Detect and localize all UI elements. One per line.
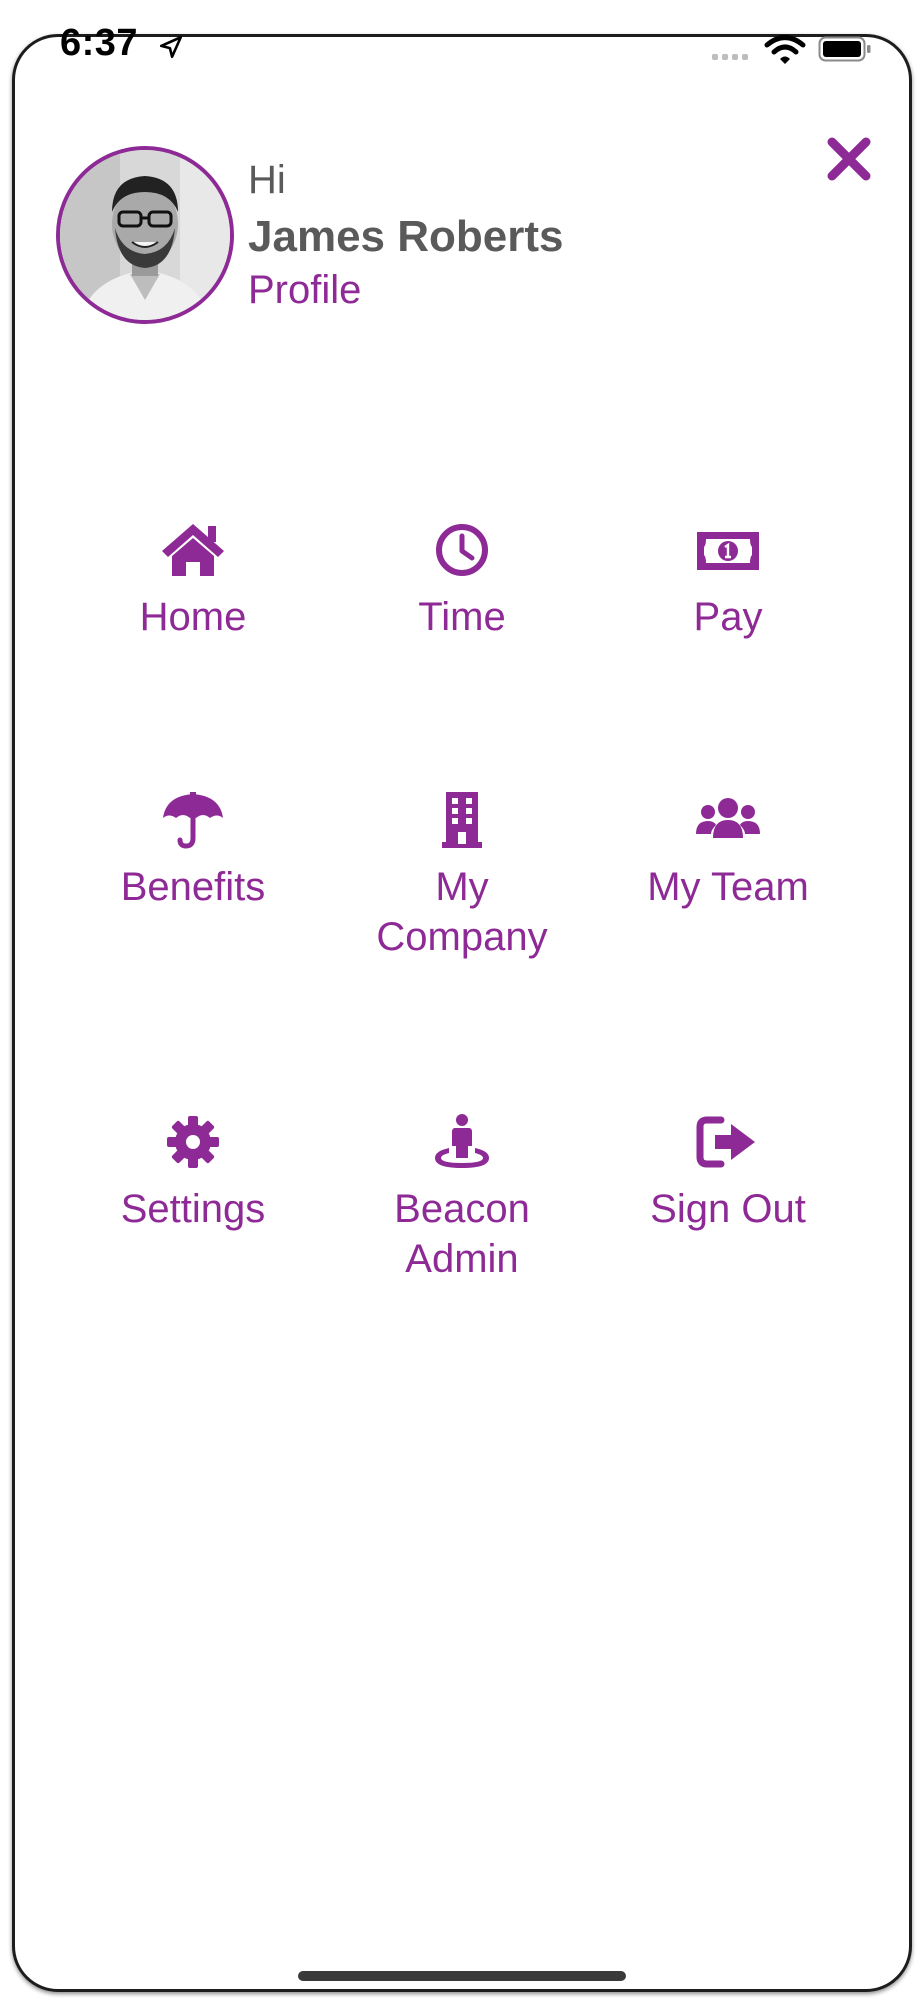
home-indicator[interactable] bbox=[298, 1971, 626, 1981]
menu-item-sign-out[interactable]: Sign Out bbox=[608, 1112, 848, 1234]
menu-item-time[interactable]: Time bbox=[342, 520, 582, 642]
menu-item-pay[interactable]: Pay bbox=[608, 520, 848, 642]
menu-item-home[interactable]: Home bbox=[73, 520, 313, 642]
menu-item-label: Settings bbox=[120, 1187, 266, 1231]
menu-item-benefits[interactable]: Benefits bbox=[73, 790, 313, 912]
sign-out-icon bbox=[696, 1116, 755, 1168]
greeting-text: Hi bbox=[248, 158, 286, 202]
gear-icon bbox=[167, 1116, 219, 1168]
location-arrow-icon bbox=[159, 35, 183, 59]
building-icon bbox=[442, 792, 482, 848]
battery-icon bbox=[818, 36, 871, 62]
users-icon bbox=[696, 798, 760, 838]
user-name: James Roberts bbox=[248, 212, 564, 261]
wifi-icon bbox=[764, 35, 806, 64]
menu-item-my-company[interactable]: My Company bbox=[342, 790, 582, 962]
avatar[interactable] bbox=[56, 146, 234, 324]
device-frame bbox=[12, 34, 912, 1992]
home-icon bbox=[162, 524, 224, 576]
money-bill-icon bbox=[697, 532, 759, 570]
umbrella-icon bbox=[163, 792, 223, 849]
cellular-signal-icon bbox=[712, 54, 748, 60]
street-view-icon bbox=[435, 1114, 489, 1168]
menu-item-label: Benefits bbox=[120, 865, 266, 909]
menu-item-settings[interactable]: Settings bbox=[73, 1112, 313, 1234]
status-time: 6:37 bbox=[60, 22, 139, 64]
menu-item-label: Time bbox=[418, 595, 506, 639]
profile-link[interactable]: Profile bbox=[248, 268, 361, 313]
menu-item-beacon-admin[interactable]: Beacon Admin bbox=[342, 1112, 582, 1284]
menu-item-label: My Team bbox=[647, 865, 809, 909]
user-avatar-photo bbox=[60, 150, 230, 320]
menu-item-label: Beacon Admin bbox=[394, 1187, 530, 1281]
menu-item-my-team[interactable]: My Team bbox=[608, 790, 848, 912]
close-icon[interactable] bbox=[826, 136, 872, 182]
menu-item-label: Pay bbox=[693, 595, 763, 639]
menu-item-label: Home bbox=[139, 595, 247, 639]
menu-item-label: My Company bbox=[376, 865, 548, 959]
clock-icon bbox=[436, 524, 488, 576]
menu-item-label: Sign Out bbox=[650, 1187, 806, 1231]
